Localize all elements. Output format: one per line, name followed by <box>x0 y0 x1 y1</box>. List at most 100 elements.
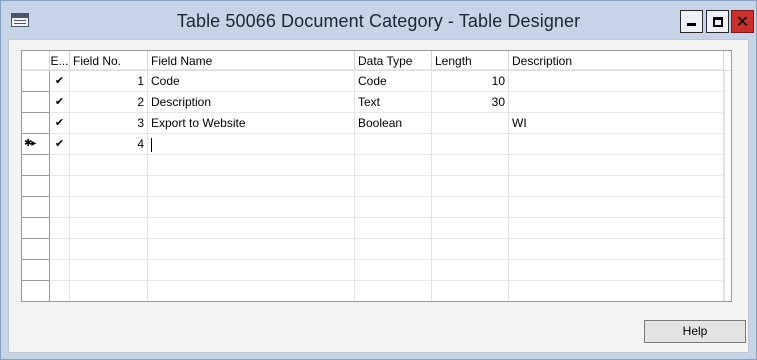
empty-cell[interactable] <box>509 281 724 301</box>
description-cell[interactable]: WI <box>509 113 724 134</box>
row-selector[interactable] <box>22 71 50 92</box>
row-selector[interactable] <box>22 281 50 301</box>
row-selector[interactable] <box>22 92 50 113</box>
enabled-checkmark[interactable]: ✔ <box>50 113 70 134</box>
close-button[interactable]: ✕ <box>731 10 754 33</box>
empty-cell[interactable] <box>355 197 432 218</box>
description-cell[interactable] <box>509 92 724 113</box>
empty-cell[interactable] <box>509 260 724 281</box>
empty-cell[interactable] <box>148 176 355 197</box>
data-type-cell[interactable] <box>355 134 432 155</box>
enabled-checkmark[interactable]: ✔ <box>50 92 70 113</box>
maximize-button[interactable] <box>706 10 729 33</box>
empty-row[interactable] <box>22 239 731 260</box>
empty-cell[interactable] <box>432 260 509 281</box>
column-header-enabled[interactable]: E... <box>50 51 70 70</box>
field-name-input[interactable] <box>148 134 355 155</box>
empty-cell[interactable] <box>50 281 70 301</box>
empty-cell[interactable] <box>355 155 432 176</box>
title-bar[interactable]: Table 50066 Document Category - Table De… <box>1 1 756 39</box>
row-selector[interactable] <box>22 113 50 134</box>
data-type-cell[interactable]: Boolean <box>355 113 432 134</box>
empty-cell[interactable] <box>509 176 724 197</box>
row-selector-header[interactable] <box>22 51 50 70</box>
column-header-length[interactable]: Length <box>432 51 509 70</box>
scroll-up-icon[interactable]: ∧ <box>725 71 731 89</box>
empty-cell[interactable] <box>70 176 148 197</box>
current-row-indicator-icon[interactable]: ✱▸ <box>22 134 50 155</box>
row-selector[interactable] <box>22 260 50 281</box>
field-no-cell[interactable]: 2 <box>70 92 148 113</box>
data-type-cell[interactable]: Code <box>355 71 432 92</box>
vertical-scrollbar[interactable]: ∧ ∨ <box>724 71 731 301</box>
row-selector[interactable] <box>22 239 50 260</box>
column-header-field-name[interactable]: Field Name <box>148 51 355 70</box>
empty-cell[interactable] <box>432 281 509 301</box>
empty-cell[interactable] <box>432 197 509 218</box>
empty-cell[interactable] <box>70 155 148 176</box>
empty-cell[interactable] <box>70 218 148 239</box>
field-no-cell[interactable]: 1 <box>70 71 148 92</box>
empty-cell[interactable] <box>148 155 355 176</box>
table-row[interactable]: ✔ 2 Description Text 30 <box>22 92 731 113</box>
row-selector[interactable] <box>22 155 50 176</box>
field-name-cell[interactable]: Export to Website <box>148 113 355 134</box>
data-type-cell[interactable]: Text <box>355 92 432 113</box>
empty-cell[interactable] <box>50 260 70 281</box>
empty-cell[interactable] <box>148 197 355 218</box>
table-row[interactable]: ✔ 1 Code Code 10 <box>22 71 731 92</box>
length-cell[interactable] <box>432 134 509 155</box>
empty-cell[interactable] <box>355 218 432 239</box>
empty-cell[interactable] <box>70 281 148 301</box>
column-header-field-no[interactable]: Field No. <box>70 51 148 70</box>
empty-cell[interactable] <box>432 218 509 239</box>
scroll-down-icon[interactable]: ∨ <box>725 283 731 301</box>
empty-cell[interactable] <box>148 218 355 239</box>
row-selector[interactable] <box>22 197 50 218</box>
field-name-cell[interactable]: Description <box>148 92 355 113</box>
length-cell[interactable]: 10 <box>432 71 509 92</box>
help-button[interactable]: Help <box>644 320 746 343</box>
empty-cell[interactable] <box>70 239 148 260</box>
field-no-cell[interactable]: 4 <box>70 134 148 155</box>
table-row[interactable]: ✔ 3 Export to Website Boolean WI <box>22 113 731 134</box>
column-header-data-type[interactable]: Data Type <box>355 51 432 70</box>
minimize-button[interactable] <box>680 10 703 33</box>
length-cell[interactable]: 30 <box>432 92 509 113</box>
empty-cell[interactable] <box>148 239 355 260</box>
empty-row[interactable] <box>22 176 731 197</box>
empty-cell[interactable] <box>50 176 70 197</box>
empty-cell[interactable] <box>355 239 432 260</box>
empty-cell[interactable] <box>509 197 724 218</box>
empty-cell[interactable] <box>509 218 724 239</box>
empty-cell[interactable] <box>432 239 509 260</box>
empty-row[interactable] <box>22 197 731 218</box>
empty-cell[interactable] <box>355 176 432 197</box>
empty-cell[interactable] <box>432 155 509 176</box>
enabled-checkmark[interactable]: ✔ <box>50 71 70 92</box>
empty-cell[interactable] <box>432 176 509 197</box>
empty-cell[interactable] <box>50 155 70 176</box>
field-name-cell[interactable]: Code <box>148 71 355 92</box>
description-cell[interactable] <box>509 134 724 155</box>
empty-cell[interactable] <box>50 197 70 218</box>
empty-row[interactable] <box>22 281 731 301</box>
column-header-description[interactable]: Description <box>509 51 724 70</box>
table-row-current[interactable]: ✱▸ ✔ 4 <box>22 134 731 155</box>
row-selector[interactable] <box>22 176 50 197</box>
empty-cell[interactable] <box>509 239 724 260</box>
empty-cell[interactable] <box>148 281 355 301</box>
empty-cell[interactable] <box>148 260 355 281</box>
enabled-checkmark[interactable]: ✔ <box>50 134 70 155</box>
length-cell[interactable] <box>432 113 509 134</box>
empty-row[interactable] <box>22 260 731 281</box>
empty-row[interactable] <box>22 218 731 239</box>
row-selector[interactable] <box>22 218 50 239</box>
empty-cell[interactable] <box>509 155 724 176</box>
empty-cell[interactable] <box>50 239 70 260</box>
field-no-cell[interactable]: 3 <box>70 113 148 134</box>
empty-cell[interactable] <box>355 260 432 281</box>
description-cell[interactable] <box>509 71 724 92</box>
empty-cell[interactable] <box>355 281 432 301</box>
empty-cell[interactable] <box>70 260 148 281</box>
